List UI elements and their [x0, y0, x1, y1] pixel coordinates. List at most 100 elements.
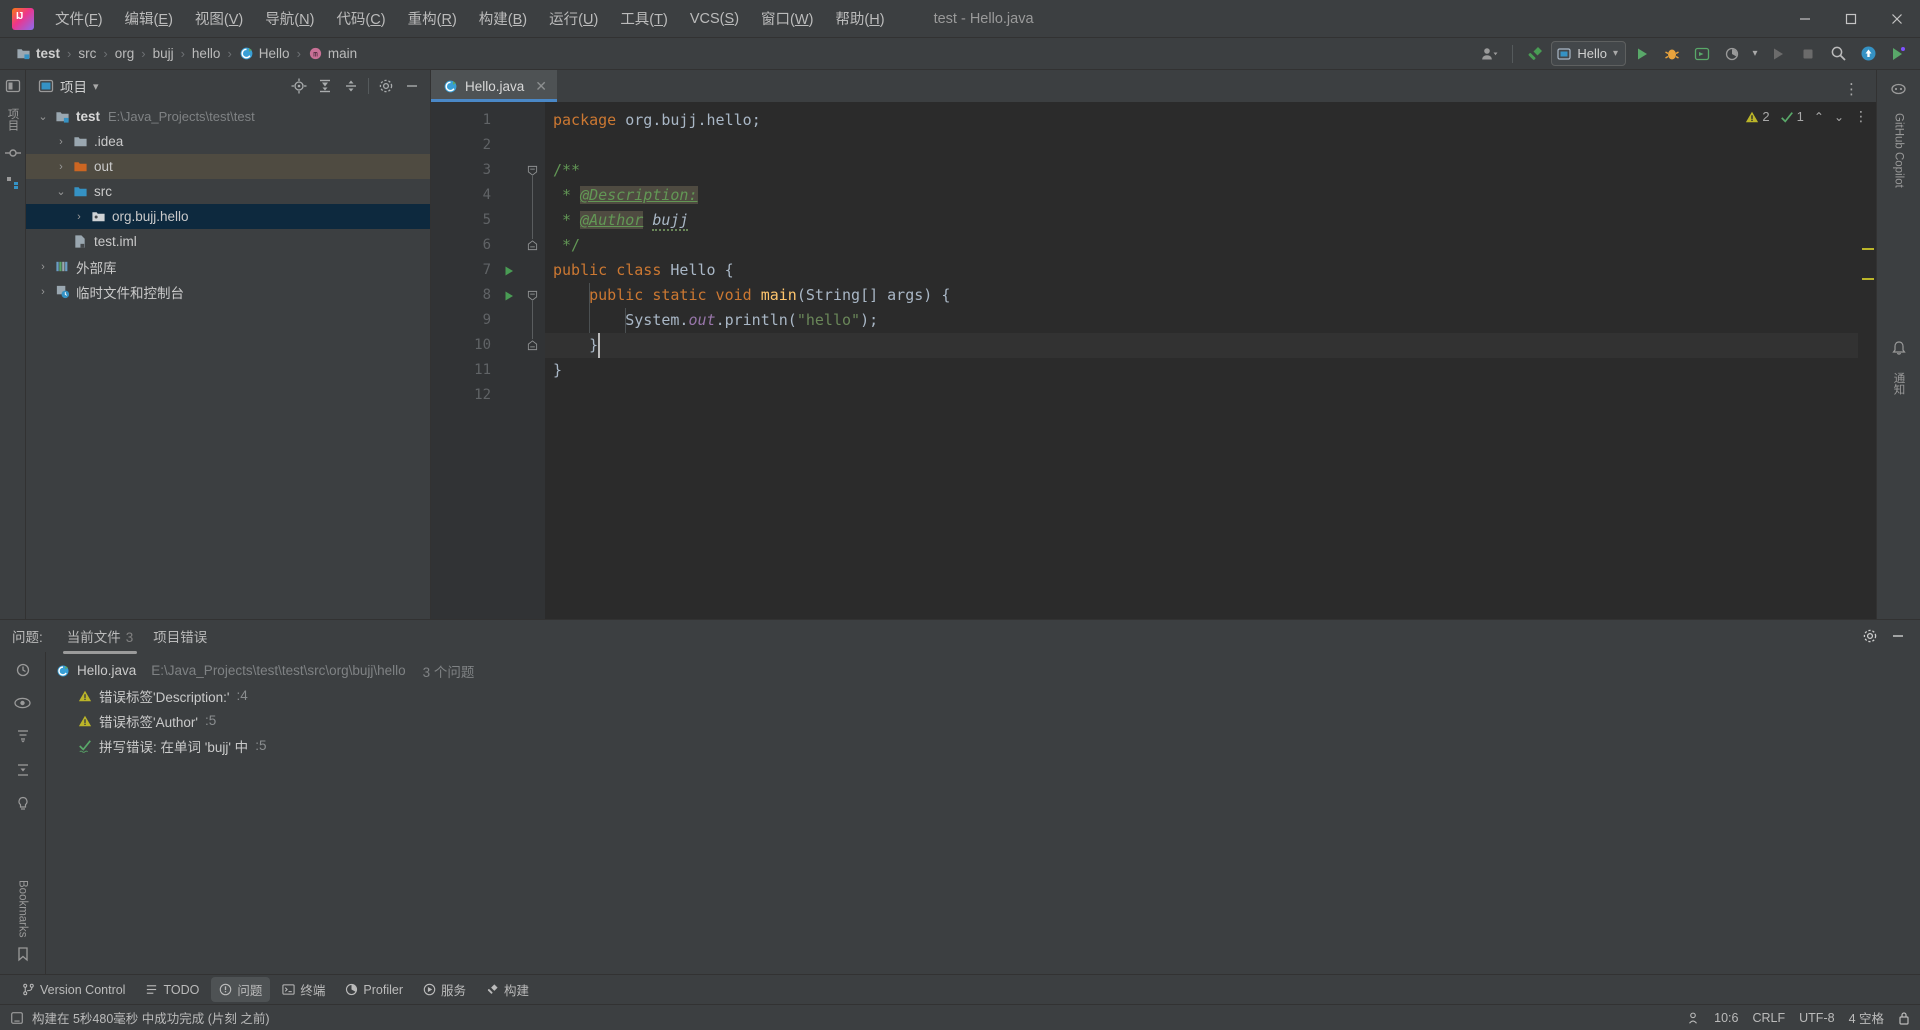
build-hammer-icon[interactable]: [1521, 41, 1549, 67]
select-opened-file-icon[interactable]: [287, 74, 311, 98]
code-line-8[interactable]: public static void main(String[] args) {: [545, 283, 1858, 308]
close-icon[interactable]: ✕: [535, 78, 547, 95]
ai-assistant-icon[interactable]: [1884, 41, 1912, 67]
breadcrumb-item-org[interactable]: org: [109, 44, 141, 63]
stripe-marker-warning[interactable]: [1862, 248, 1874, 250]
chevron-right-icon[interactable]: ›: [52, 161, 70, 173]
line-number-1[interactable]: 1: [431, 108, 499, 133]
tool-window-button-服务[interactable]: 服务: [415, 977, 474, 1002]
settings-gear-icon[interactable]: [1858, 624, 1882, 648]
line-number-4[interactable]: 4: [431, 183, 499, 208]
line-number-8[interactable]: 8: [431, 283, 499, 308]
menu-item-8[interactable]: 运行(U): [538, 4, 609, 33]
settings-gear-icon[interactable]: [374, 74, 398, 98]
copilot-icon[interactable]: [1890, 80, 1907, 97]
editor-options-icon[interactable]: ⋮: [1838, 76, 1866, 102]
left-stripe-label[interactable]: 项目: [5, 108, 21, 131]
prev-problem-icon[interactable]: ⌃: [1814, 110, 1824, 124]
user-avatar-icon[interactable]: [1476, 41, 1504, 67]
bookmarks-stripe-button[interactable]: Bookmarks: [16, 880, 30, 974]
commit-tool-icon[interactable]: [4, 145, 21, 161]
menu-item-4[interactable]: 导航(N): [254, 4, 325, 33]
code-line-6[interactable]: */: [545, 233, 1858, 258]
breadcrumb[interactable]: test › src › org › bujj › hello › Hello › m main: [10, 44, 363, 63]
stripe-marker-warning[interactable]: [1862, 278, 1874, 280]
chevron-right-icon[interactable]: ›: [34, 286, 52, 298]
tree-node----[interactable]: › 外部库: [26, 254, 430, 279]
chevron-down-icon[interactable]: ▾: [93, 80, 99, 93]
analyze-icon[interactable]: [15, 662, 31, 678]
hide-panel-icon[interactable]: [400, 74, 424, 98]
updates-icon[interactable]: [1854, 41, 1882, 67]
line-number-6[interactable]: 6: [431, 233, 499, 258]
tree-node-src[interactable]: ⌄ src: [26, 179, 430, 204]
status-file-encoding[interactable]: UTF-8: [1799, 1011, 1834, 1025]
line-number-12[interactable]: 12: [431, 383, 499, 408]
warning-count-indicator[interactable]: 2: [1745, 109, 1770, 124]
code-line-5[interactable]: * @Author bujj: [545, 208, 1858, 233]
problems-tabs[interactable]: 当前文件 3 项目错误: [57, 621, 218, 654]
tree-node-out[interactable]: › out: [26, 154, 430, 179]
menu-item-10[interactable]: VCS(S): [679, 7, 750, 31]
menu-item-12[interactable]: 帮助(H): [824, 4, 895, 33]
collapse-all-icon[interactable]: [339, 74, 363, 98]
code-folding-gutter[interactable]: [519, 102, 545, 619]
status-lock-icon[interactable]: [1898, 1011, 1910, 1025]
expand-all-icon[interactable]: [313, 74, 337, 98]
breadcrumb-item-hello[interactable]: Hello: [233, 44, 296, 63]
code-line-12[interactable]: [545, 383, 1858, 408]
inspection-icon[interactable]: [15, 796, 31, 812]
project-tree[interactable]: ⌄ test E:\Java_Projects\test\test › .idea › ou…: [26, 102, 430, 619]
chevron-right-icon[interactable]: ›: [52, 136, 70, 148]
menu-item-5[interactable]: 代码(C): [325, 4, 396, 33]
tool-window-button-构建[interactable]: 构建: [478, 977, 537, 1002]
code-line-7[interactable]: public class Hello {: [545, 258, 1858, 283]
profiler-icon[interactable]: [1718, 41, 1746, 67]
maximize-button[interactable]: [1828, 0, 1874, 38]
close-button[interactable]: [1874, 0, 1920, 38]
line-number-10[interactable]: 10: [431, 333, 499, 358]
run-gutter-icon-line-8[interactable]: [499, 283, 519, 308]
tree-node-.idea[interactable]: › .idea: [26, 129, 430, 154]
tool-window-button-终端[interactable]: 终端: [274, 977, 333, 1002]
code-line-10[interactable]: }: [545, 333, 1858, 358]
editor-tab-hello-java[interactable]: Hello.java ✕: [431, 70, 558, 102]
line-number-5[interactable]: 5: [431, 208, 499, 233]
problems-file-row[interactable]: Hello.java E:\Java_Projects\test\test\src…: [46, 658, 1920, 683]
menu-item-7[interactable]: 构建(B): [468, 4, 538, 33]
tree-node-test[interactable]: ⌄ test E:\Java_Projects\test\test: [26, 104, 430, 129]
run-icon[interactable]: [1628, 41, 1656, 67]
hide-panel-icon[interactable]: [1886, 624, 1910, 648]
menu-item-9[interactable]: 工具(T): [609, 4, 679, 33]
sort-severity-icon[interactable]: [15, 728, 31, 744]
search-everywhere-icon[interactable]: [1824, 41, 1852, 67]
code-editor[interactable]: 2 1 ⌃ ⌄ ⋮ 1 2 3 4 5 6 7 8 9 10 11 12 package org.bu…: [431, 102, 1876, 619]
tool-window-button-version-control[interactable]: Version Control: [14, 980, 133, 1000]
menu-item-2[interactable]: 编辑(E): [114, 4, 184, 33]
problems-item-2[interactable]: 错误标签'Author':5: [46, 708, 1920, 733]
code-line-2[interactable]: [545, 133, 1858, 158]
breadcrumb-item-main[interactable]: m main: [302, 44, 363, 63]
tool-window-button-todo[interactable]: TODO: [137, 980, 207, 1000]
breadcrumb-item-test[interactable]: test: [10, 44, 66, 63]
problems-item-3[interactable]: 拼写错误: 在单词 'bujj' 中:5: [46, 733, 1920, 758]
tool-window-button-问题[interactable]: 问题: [211, 977, 271, 1002]
problems-tab-project-errors[interactable]: 项目错误: [143, 621, 217, 651]
code-line-3[interactable]: /**: [545, 158, 1858, 183]
chevron-down-icon[interactable]: ⌄: [52, 185, 70, 198]
code-line-9[interactable]: System.out.println("hello");: [545, 308, 1858, 333]
menu-item-1[interactable]: 文件(F): [44, 4, 114, 33]
problems-item-1[interactable]: 错误标签'Description:':4: [46, 683, 1920, 708]
expand-icon[interactable]: [15, 762, 31, 778]
typo-count-indicator[interactable]: 1: [1780, 109, 1804, 124]
error-stripe-markers[interactable]: [1858, 102, 1876, 619]
problems-tab-current-file[interactable]: 当前文件 3: [57, 621, 144, 654]
notifications-icon[interactable]: [1891, 340, 1907, 356]
code-content[interactable]: package org.bujj.hello; /** * @Descripti…: [545, 102, 1858, 619]
debug-icon[interactable]: [1658, 41, 1686, 67]
structure-tool-icon[interactable]: [5, 175, 21, 191]
problems-list[interactable]: Hello.java E:\Java_Projects\test\test\src…: [46, 652, 1920, 974]
run-configuration-selector[interactable]: Hello ▾: [1551, 41, 1626, 66]
tree-node-test.iml[interactable]: test.iml: [26, 229, 430, 254]
chevron-right-icon[interactable]: ›: [34, 261, 52, 273]
